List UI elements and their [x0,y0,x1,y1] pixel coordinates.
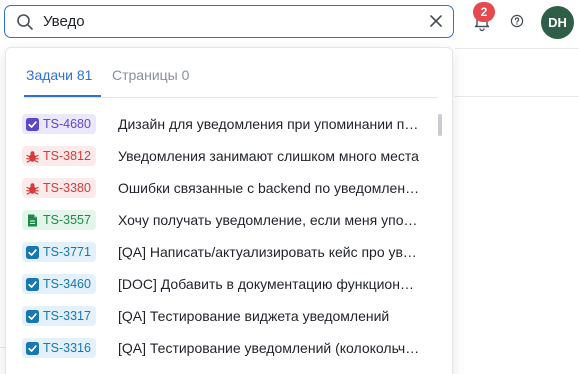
issue-key: TS-3380 [43,181,91,195]
notification-badge: 2 [473,2,495,22]
results-tabs: Задачи 81 Страницы 0 [24,48,438,98]
issue-key-badge: TS-3316 [22,338,96,358]
result-item[interactable]: TS-3380 Ошибки связанные с backend по ув… [22,178,422,210]
issue-key-badge: TS-3771 [22,242,96,262]
issue-key: TS-3317 [43,309,91,323]
tab-tasks[interactable]: Задачи 81 [26,67,92,83]
issue-title: Дизайн для уведомления при упоминании по… [118,116,420,132]
results-scrollbar[interactable] [438,114,442,136]
issue-key-badge: TS-4680 [22,114,96,134]
search-box[interactable] [4,5,454,38]
issue-title: Хочу получать уведомление, если меня упо… [118,212,420,228]
checkbox-icon [26,245,39,259]
avatar[interactable]: DH [541,6,574,39]
result-item[interactable]: TS-3316 [QA] Тестирование уведомлений (к… [22,338,422,370]
document-icon [28,214,37,226]
bug-icon [26,150,39,163]
issue-key: TS-3812 [43,149,91,163]
issue-key: TS-3316 [43,341,91,355]
issue-title: Ошибки связанные с backend по уведомлени… [118,180,420,196]
issue-title: [DOC] Добавить в документацию функционал… [118,276,420,292]
help-icon[interactable] [510,14,524,28]
tab-pages[interactable]: Страницы 0 [112,67,189,83]
checkbox-icon [26,277,39,291]
page-divider [455,96,579,97]
issue-title: Уведомления занимают слишком много места [118,148,419,164]
issue-key: TS-3557 [43,213,91,227]
issue-key: TS-3771 [43,245,91,259]
issue-title: [QA] Тестирование виджета уведомлений [118,308,390,324]
result-item[interactable]: TS-4680 Дизайн для уведомления при упоми… [22,114,422,146]
issue-key-badge: TS-3460 [22,274,96,294]
result-item[interactable]: TS-3317 [QA] Тестирование виджета уведом… [22,306,422,338]
issue-title: [QA] Написать/актуализировать кейс про у… [118,244,420,260]
active-tab-indicator [24,95,101,97]
page-divider [455,48,579,49]
search-input[interactable] [43,10,423,32]
clear-search-icon[interactable] [429,14,443,28]
checkbox-icon [26,117,39,131]
issue-key: TS-4680 [43,117,91,131]
issue-key: TS-3460 [43,277,91,291]
result-item[interactable]: TS-3557 Хочу получать уведомление, если … [22,210,422,242]
checkbox-icon [26,309,39,323]
search-icon [17,14,33,30]
issue-key-badge: TS-3317 [22,306,96,326]
result-item[interactable]: TS-3771 [QA] Написать/актуализировать ке… [22,242,422,274]
issue-key-badge: TS-3812 [22,146,96,166]
issue-key-badge: TS-3557 [22,210,96,230]
results-list: TS-4680 Дизайн для уведомления при упоми… [22,114,422,370]
result-item[interactable]: TS-3460 [DOC] Добавить в документацию фу… [22,274,422,306]
issue-key-badge: TS-3380 [22,178,96,198]
result-item[interactable]: TS-3812 Уведомления занимают слишком мно… [22,146,422,178]
bug-icon [26,182,39,195]
issue-title: [QA] Тестирование уведомлений (колокольч… [118,340,420,356]
search-results-dropdown: Задачи 81 Страницы 0 TS-4680 Дизайн для … [5,47,453,374]
checkbox-icon [26,341,39,355]
